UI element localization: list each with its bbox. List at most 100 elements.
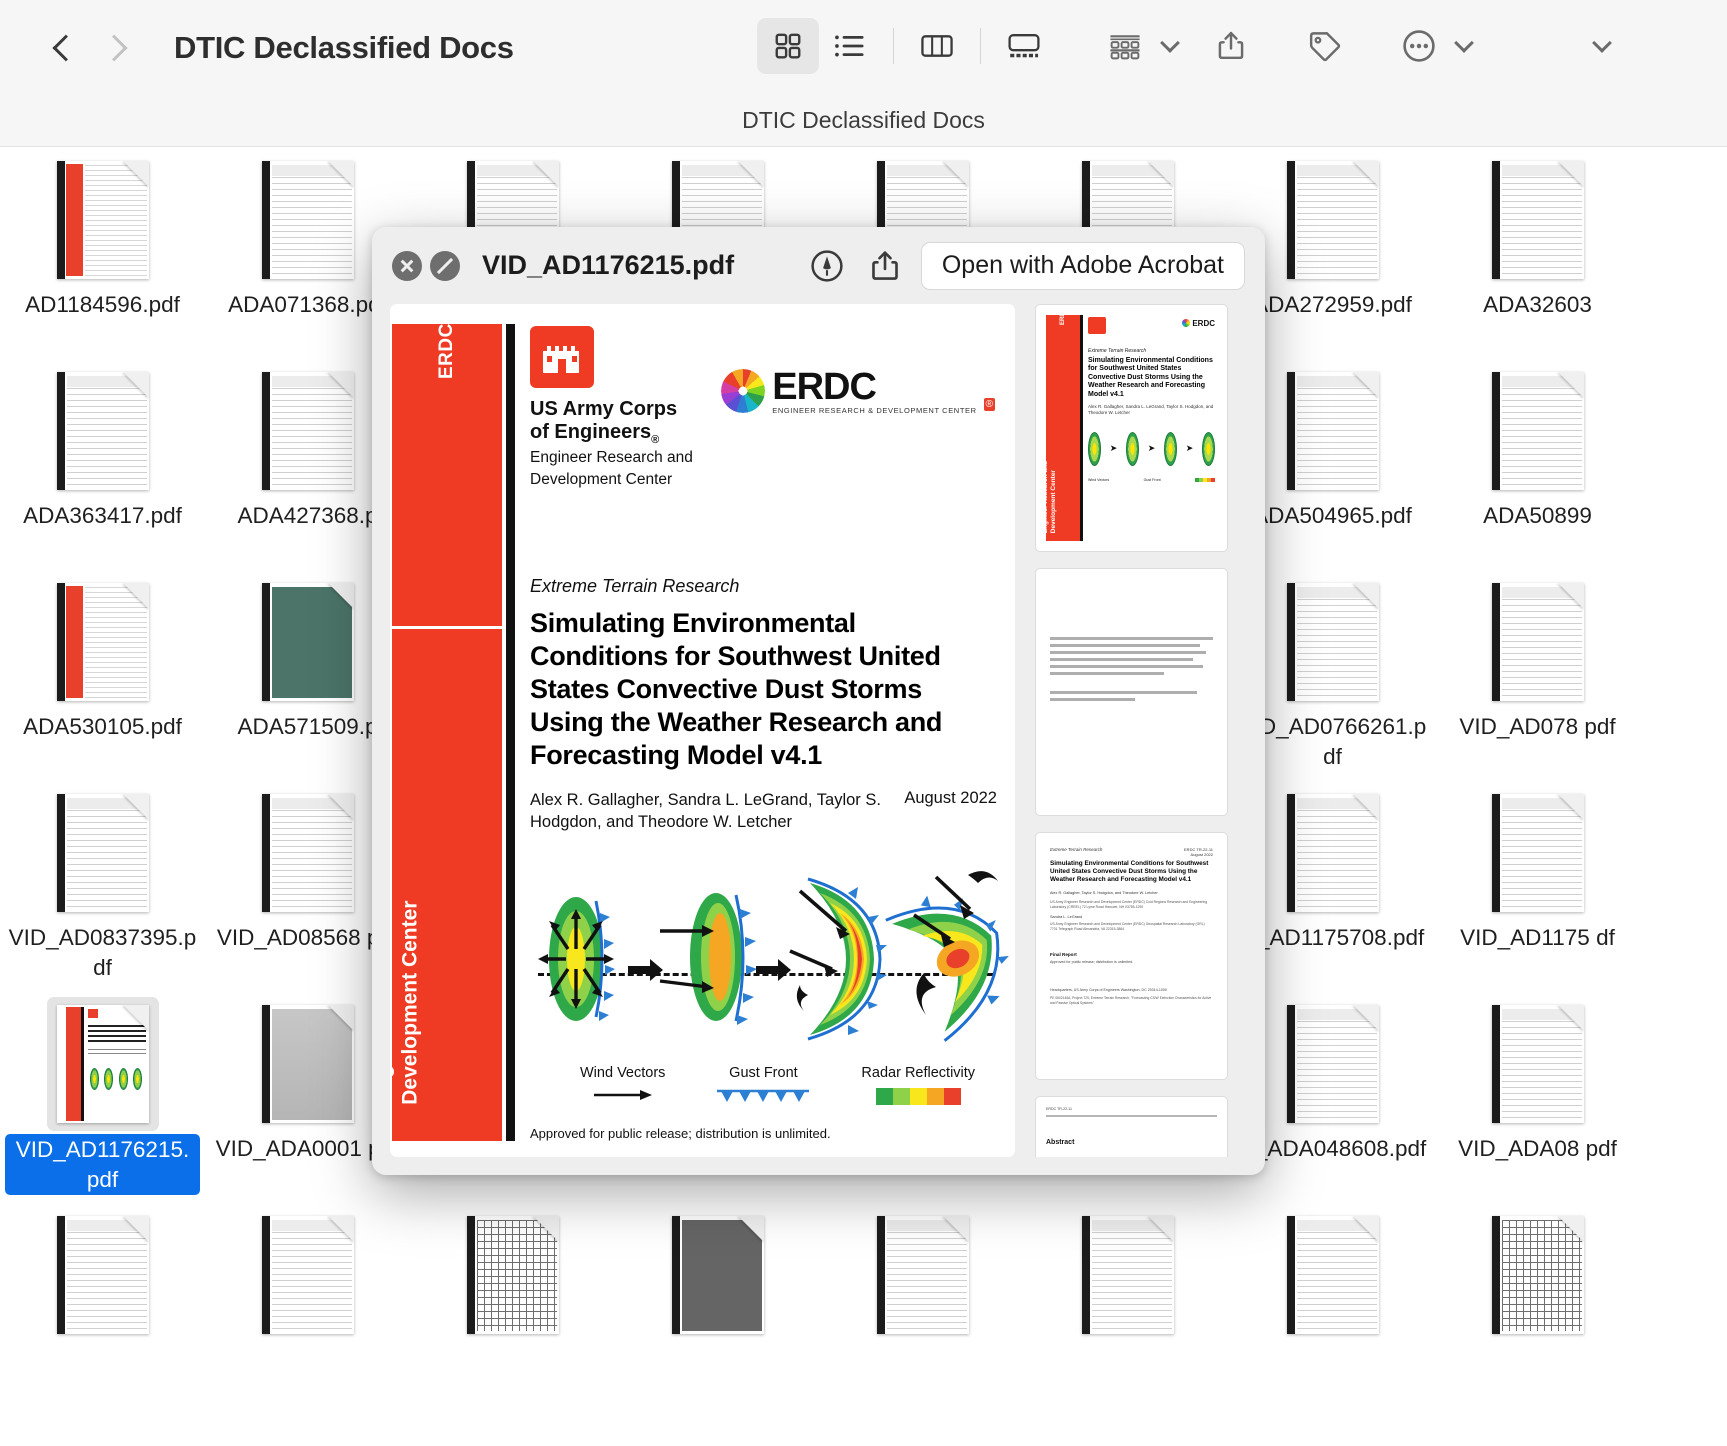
quicklook-body: ERDC TR-22-11 Engineer Research and Devel…: [372, 304, 1265, 1175]
thumb-red-bar: ERDC TR-22-11 Engineer Research andDevel…: [1042, 305, 1080, 541]
agency-sub1: Engineer Research and: [530, 449, 693, 467]
document-authors: Alex R. Gallagher, Sandra L. LeGrand, Ta…: [530, 790, 881, 831]
legend-wind-vectors: Wind Vectors: [580, 1065, 665, 1102]
file-item[interactable]: [615, 1210, 820, 1421]
page-thumbnail-1[interactable]: ERDC TR-22-11 Engineer Research andDevel…: [1035, 304, 1228, 552]
finder-toolbar: DTIC Declassified Docs: [0, 0, 1727, 95]
file-name: D_ADA048608.pdf: [1238, 1136, 1427, 1161]
file-thumbnail: [466, 1216, 559, 1334]
erdc-tagline: ENGINEER RESEARCH & DEVELOPMENT CENTER: [772, 406, 977, 415]
file-item[interactable]: [1025, 1210, 1230, 1421]
file-item[interactable]: VID_AD1175 df: [1435, 788, 1640, 999]
file-item[interactable]: [1230, 1210, 1435, 1421]
file-name: ADA427368.p: [237, 503, 378, 528]
file-thumbnail: [1286, 794, 1379, 912]
file-item[interactable]: AD1184596.pdf: [0, 155, 205, 366]
markup-button[interactable]: [805, 244, 849, 288]
file-thumbnail: [261, 794, 354, 912]
document-footer: Approved for public release; distributio…: [530, 1126, 831, 1141]
finder-window: DTIC Declassified Docs DTIC Declassified…: [0, 0, 1727, 1446]
file-item[interactable]: [0, 1210, 205, 1421]
file-name: ADA504965.pdf: [1253, 503, 1412, 528]
legend-radar-reflectivity: Radar Reflectivity: [861, 1065, 975, 1106]
file-thumbnail: [876, 1216, 969, 1334]
selected-thumb-wrap: [46, 997, 159, 1131]
file-item-selected[interactable]: VID_AD1176215.pdf: [0, 997, 205, 1210]
ellipsis-circle-icon: [1403, 30, 1435, 62]
file-item[interactable]: VID_ADA08 pdf: [1435, 999, 1640, 1210]
cover-org-vertical: Engineer Research and Development Center: [390, 871, 422, 1105]
tags-button[interactable]: [1295, 18, 1355, 74]
file-thumbnail: [1491, 161, 1584, 279]
quicklook-actions: Open with Adobe Acrobat: [805, 241, 1245, 290]
storm-evolution-figure: Wind Vectors Gust Front Radar Reflectivi…: [530, 869, 1009, 1109]
tag-icon: [1309, 32, 1341, 62]
file-thumbnail: [1491, 794, 1584, 912]
reflectivity-color-scale: [875, 1088, 961, 1106]
file-name: VID_ADA08 pdf: [1458, 1136, 1617, 1161]
toolbar-actions: [1095, 18, 1633, 74]
gallery-icon: [1008, 34, 1040, 58]
group-by-icon: [1110, 35, 1140, 60]
columns-icon: [921, 35, 953, 57]
file-item[interactable]: ADA363417.pdf: [0, 366, 205, 577]
file-name: ADA32603: [1483, 292, 1592, 317]
file-name: VID_AD0837395.pdf: [8, 925, 197, 980]
quicklook-share-button[interactable]: [863, 244, 907, 288]
storm-stage-4: [885, 869, 1012, 1049]
view-switcher: [757, 18, 1055, 74]
open-with-adobe-acrobat-button[interactable]: Open with Adobe Acrobat: [920, 241, 1245, 290]
file-item[interactable]: [1435, 1210, 1640, 1421]
thumb-erdc-logo: ERDC: [1182, 319, 1215, 328]
toolbar-expand-chevron-icon[interactable]: [1591, 35, 1613, 57]
file-thumbnail: [1286, 1216, 1379, 1334]
file-name: VID_AD08568 pdf: [216, 925, 399, 950]
page-thumbnail-3[interactable]: Extreme Terrain Research ERDC TR-22-11 A…: [1035, 832, 1228, 1080]
storm-stage-1: [534, 869, 624, 1049]
breadcrumb: DTIC Declassified Docs: [742, 107, 985, 133]
quicklook-titlebar: VID_AD1176215.pdf Open with Adobe Acroba…: [372, 227, 1265, 304]
file-item[interactable]: VID_AD0837395.pdf: [0, 788, 205, 999]
file-name: ADA571509.p: [237, 714, 378, 739]
fullscreen-toggle-icon[interactable]: [430, 250, 460, 281]
group-chevron-down-icon[interactable]: [1159, 35, 1181, 57]
gallery-view-button[interactable]: [993, 18, 1055, 74]
share-button[interactable]: [1201, 18, 1261, 74]
share-icon: [872, 250, 898, 280]
page-thumbnail-4[interactable]: ERDC TR-22-11 Abstract: [1035, 1096, 1228, 1157]
back-button[interactable]: [50, 35, 76, 61]
file-item[interactable]: [205, 1210, 410, 1421]
file-item[interactable]: VID_AD078 pdf: [1435, 577, 1640, 788]
forward-button[interactable]: [104, 35, 130, 61]
agency-sub2: Development Center: [530, 471, 673, 489]
author-date-row: Alex R. Gallagher, Sandra L. LeGrand, Ta…: [530, 789, 997, 833]
more-actions-button[interactable]: [1389, 18, 1495, 74]
file-thumbnail: [56, 1216, 149, 1334]
file-item[interactable]: [410, 1210, 615, 1421]
pdf-thumbnail-sidebar[interactable]: ERDC TR-22-11 Engineer Research andDevel…: [1035, 304, 1230, 1157]
file-thumbnail: [1286, 161, 1379, 279]
file-item[interactable]: [820, 1210, 1025, 1421]
thumb-cover-render: ERDC TR-22-11 Engineer Research andDevel…: [1042, 305, 1221, 545]
group-by-button[interactable]: [1095, 18, 1201, 74]
file-item[interactable]: ADA32603: [1435, 155, 1640, 366]
column-view-button[interactable]: [906, 18, 968, 74]
thumb-legend: Wind Vectors Gust Front: [1088, 477, 1215, 482]
wind-vector-arrow-icon: [593, 1090, 652, 1101]
more-chevron-down-icon[interactable]: [1453, 35, 1475, 57]
file-thumbnail: [1286, 583, 1379, 701]
document-title: Simulating Environmental Conditions for …: [530, 608, 943, 770]
share-icon: [1218, 31, 1244, 60]
icon-view-button[interactable]: [757, 18, 819, 74]
file-item[interactable]: ADA50899: [1435, 366, 1640, 577]
close-icon[interactable]: [392, 250, 422, 281]
list-icon: [835, 35, 864, 57]
file-thumbnail: [261, 372, 354, 490]
file-name: ADA272959.pdf: [1253, 292, 1412, 317]
pdf-page-view[interactable]: ERDC TR-22-11 Engineer Research and Devel…: [390, 304, 1015, 1157]
page-thumbnail-2[interactable]: [1035, 568, 1228, 816]
file-thumbnail: [261, 1005, 354, 1123]
file-thumbnail: [56, 161, 149, 279]
file-item[interactable]: ADA530105.pdf: [0, 577, 205, 788]
list-view-button[interactable]: [819, 18, 881, 74]
